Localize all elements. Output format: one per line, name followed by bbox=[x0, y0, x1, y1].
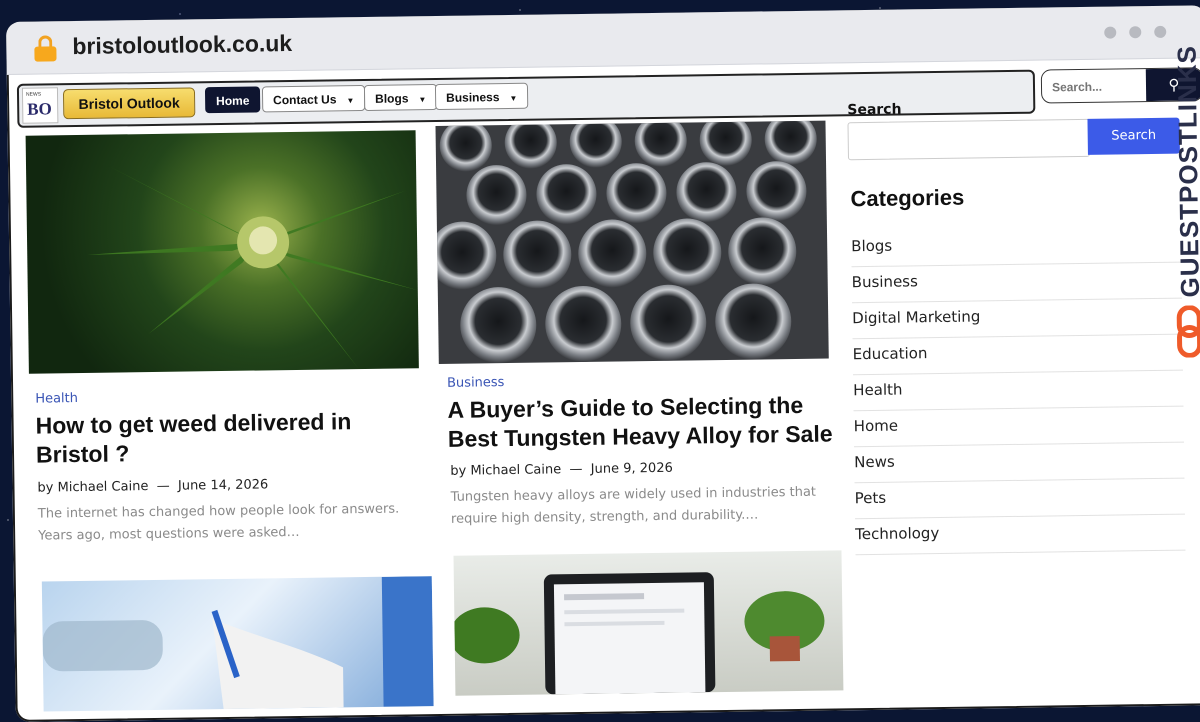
caret-down-icon: ▼ bbox=[418, 95, 427, 105]
category-link-blogs[interactable]: Blogs bbox=[851, 227, 1182, 268]
post-date: June 14, 2026 bbox=[177, 477, 269, 494]
site-logo[interactable]: NEWS BO bbox=[21, 87, 59, 124]
metal-rings-image bbox=[435, 120, 817, 364]
category-link-home[interactable]: Home bbox=[853, 407, 1184, 448]
caret-down-icon: ▼ bbox=[346, 96, 355, 106]
cannabis-leaf-image bbox=[87, 164, 418, 370]
address-bar[interactable]: bristoloutlook.co.uk bbox=[72, 30, 292, 60]
laptop-desk-image bbox=[453, 572, 825, 695]
post-date: June 9, 2026 bbox=[590, 460, 673, 477]
main-navbar: NEWS BO Bristol Outlook Home Contact Us ▼… bbox=[16, 69, 1036, 128]
browser-titlebar: bristoloutlook.co.uk bbox=[6, 5, 1200, 75]
window-controls bbox=[1104, 25, 1167, 39]
guestpostlinks-watermark: GUESTPOSTLINKS bbox=[1169, 44, 1200, 361]
category-link-pets[interactable]: Pets bbox=[854, 479, 1185, 520]
lock-icon bbox=[34, 35, 57, 62]
chain-link-icon bbox=[1176, 305, 1200, 358]
post-category[interactable]: Health bbox=[35, 391, 78, 407]
post-title[interactable]: A Buyer’s Guide to Selecting the Best Tu… bbox=[447, 390, 840, 453]
window-dot-icon[interactable] bbox=[1154, 25, 1167, 38]
post-excerpt: Tungsten heavy alloys are widely used in… bbox=[450, 484, 817, 527]
watermark-text: GUESTPOSTLINKS bbox=[1171, 44, 1200, 298]
sidebar-search-input[interactable] bbox=[847, 118, 1090, 161]
window-dot-icon[interactable] bbox=[1129, 26, 1142, 39]
category-link-education[interactable]: Education bbox=[852, 335, 1183, 376]
nav-item-blogs[interactable]: Blogs ▼ bbox=[363, 83, 438, 112]
brand-name[interactable]: Bristol Outlook bbox=[62, 87, 196, 120]
post-author[interactable]: by Michael Caine bbox=[37, 479, 148, 496]
category-link-business[interactable]: Business bbox=[851, 263, 1182, 304]
window-dot-icon[interactable] bbox=[1104, 26, 1117, 39]
caret-down-icon: ▼ bbox=[509, 93, 518, 103]
post-author[interactable]: by Michael Caine bbox=[450, 462, 561, 479]
post-image[interactable] bbox=[435, 120, 829, 364]
medical-test-image bbox=[42, 576, 434, 710]
nav-item-home[interactable]: Home bbox=[204, 86, 261, 114]
browser-window: bristoloutlook.co.uk NEWS BO Bristol Out… bbox=[6, 5, 1200, 722]
category-link-digital-marketing[interactable]: Digital Marketing bbox=[852, 299, 1183, 340]
sidebar-search-button[interactable]: Search bbox=[1087, 117, 1180, 155]
post-excerpt: The internet has changed how people look… bbox=[37, 501, 400, 544]
categories-heading: Categories bbox=[850, 184, 965, 212]
post-meta: by Michael Caine — June 14, 2026 bbox=[37, 477, 269, 496]
category-link-technology[interactable]: Technology bbox=[855, 515, 1186, 556]
post-meta: by Michael Caine — June 9, 2026 bbox=[450, 460, 673, 479]
nav-item-contact-us[interactable]: Contact Us ▼ bbox=[261, 84, 366, 113]
post-category[interactable]: Business bbox=[447, 375, 505, 391]
nav-item-business[interactable]: Business ▼ bbox=[434, 82, 529, 111]
category-link-news[interactable]: News bbox=[854, 443, 1185, 484]
post-title[interactable]: How to get weed delivered in Bristol ? bbox=[35, 406, 426, 469]
categories-list: Blogs Business Digital Marketing Educati… bbox=[851, 227, 1186, 557]
post-image[interactable] bbox=[41, 576, 434, 712]
post-image[interactable] bbox=[25, 130, 419, 374]
post-image[interactable] bbox=[453, 550, 844, 696]
category-link-health[interactable]: Health bbox=[853, 371, 1184, 412]
sidebar-search-label: Search bbox=[847, 101, 902, 119]
header-search-input[interactable] bbox=[1041, 68, 1155, 104]
